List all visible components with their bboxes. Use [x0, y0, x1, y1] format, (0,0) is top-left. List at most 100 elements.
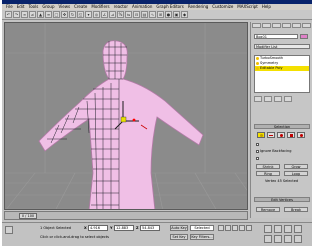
zoom-extents-icon[interactable] — [284, 225, 292, 233]
percent-snap-icon[interactable]: % — [117, 11, 124, 18]
material-editor-icon[interactable]: ● — [165, 11, 172, 18]
z-coord-label: Z — [136, 226, 139, 230]
stack-toolbar — [254, 96, 310, 102]
display-tab-icon[interactable] — [292, 23, 301, 28]
layer-icon[interactable]: ▤ — [141, 11, 148, 18]
zoom-icon[interactable] — [264, 225, 272, 233]
pan-icon[interactable] — [274, 235, 282, 243]
by-angle-checkbox[interactable] — [256, 156, 260, 160]
x-coord-field[interactable]: 4.916 — [88, 225, 108, 231]
key-filters-button[interactable]: Key Filters... — [190, 234, 214, 240]
arc-rotate-icon[interactable] — [284, 235, 292, 243]
modify-tab-icon[interactable] — [262, 23, 271, 28]
render-setup-icon[interactable]: ▣ — [173, 11, 180, 18]
polygon-mode-icon[interactable] — [287, 132, 295, 138]
main-toolbar: ↶ ↷ ∞ ≠ ▲ ≡ □ ✥ ↻ ◱ ▾ ◎ ∠ ⊿ % ⇋ ⊟ ▤ ∿ ⊞ … — [2, 10, 312, 20]
select-by-name-icon[interactable]: ≡ — [45, 11, 52, 18]
by-vertex-checkbox[interactable] — [256, 142, 260, 146]
pin-stack-icon[interactable] — [254, 96, 262, 102]
pivot-icon[interactable]: ◎ — [93, 11, 100, 18]
link-icon[interactable]: ∞ — [21, 11, 28, 18]
angle-snap-icon[interactable]: ⊿ — [109, 11, 116, 18]
ring-button[interactable]: Ring — [256, 171, 280, 176]
rect-select-icon[interactable]: □ — [53, 11, 60, 18]
ignore-backfacing-checkbox[interactable]: Ignore Backfacing — [256, 149, 291, 153]
go-to-end-icon[interactable] — [246, 225, 252, 231]
object-name-field[interactable]: Box01 — [254, 34, 298, 39]
stack-item-editable-poly[interactable]: Editable Poly — [255, 66, 309, 71]
break-button[interactable]: Break — [284, 207, 308, 212]
selection-rollout-header[interactable]: Selection — [254, 124, 310, 129]
move-icon[interactable]: ✥ — [61, 11, 68, 18]
curve-editor-icon[interactable]: ∿ — [149, 11, 156, 18]
next-frame-icon[interactable] — [239, 225, 245, 231]
go-to-start-icon[interactable] — [218, 225, 224, 231]
set-key-button[interactable]: Set Key — [170, 234, 188, 240]
grow-button[interactable]: Grow — [284, 164, 308, 169]
timeline[interactable]: 0 / 100 — [4, 211, 248, 220]
time-slider[interactable]: 0 / 100 — [19, 213, 37, 219]
field-of-view-icon[interactable] — [264, 235, 272, 243]
undo-icon[interactable]: ↶ — [5, 11, 12, 18]
perspective-viewport[interactable] — [4, 22, 248, 210]
reference-coord-icon[interactable]: ▾ — [85, 11, 92, 18]
align-icon[interactable]: ⊟ — [133, 11, 140, 18]
make-unique-icon[interactable] — [274, 96, 282, 102]
stack-item-label: Editable Poly — [260, 66, 283, 70]
viewport-scene — [5, 23, 247, 210]
utilities-tab-icon[interactable] — [302, 23, 311, 28]
modifier-list-dropdown[interactable]: Modifier List — [254, 44, 310, 49]
quick-render-icon[interactable]: ◆ — [181, 11, 188, 18]
subobject-selection-icons — [257, 132, 305, 138]
mirror-icon[interactable]: ⇋ — [125, 11, 132, 18]
create-tab-icon[interactable] — [252, 23, 261, 28]
select-object-icon[interactable]: ▲ — [37, 11, 44, 18]
modifier-stack: TurboSmooth Symmetry Editable Poly — [254, 55, 310, 93]
zoom-extents-all-icon[interactable] — [294, 225, 302, 233]
maximize-viewport-icon[interactable] — [294, 235, 302, 243]
schematic-icon[interactable]: ⊞ — [157, 11, 164, 18]
stack-item-label: TurboSmooth — [260, 56, 284, 60]
rotate-icon[interactable]: ↻ — [69, 11, 76, 18]
play-icon[interactable] — [232, 225, 238, 231]
remove-button[interactable]: Remove — [256, 207, 280, 212]
light-bulb-icon[interactable] — [256, 62, 259, 65]
element-mode-icon[interactable] — [297, 132, 305, 138]
motion-tab-icon[interactable] — [282, 23, 291, 28]
light-bulb-icon[interactable] — [256, 67, 259, 70]
edit-vertices-rollout-header[interactable]: Edit Vertices — [254, 197, 310, 202]
selection-status-text: 1 Object Selected — [40, 226, 72, 230]
stack-item-label: Symmetry — [260, 61, 279, 65]
y-coord-label: Y — [110, 226, 113, 230]
loop-button[interactable]: Loop — [284, 171, 308, 176]
shrink-button[interactable]: Shrink — [256, 164, 280, 169]
object-color-swatch[interactable] — [300, 34, 308, 39]
hierarchy-tab-icon[interactable] — [272, 23, 281, 28]
show-end-result-icon[interactable] — [264, 96, 272, 102]
ignore-backfacing-label: Ignore Backfacing — [260, 149, 292, 153]
zoom-all-icon[interactable] — [274, 225, 282, 233]
vertex-mode-icon[interactable] — [257, 132, 265, 138]
character-mesh[interactable] — [38, 40, 204, 210]
light-bulb-icon[interactable] — [256, 57, 259, 60]
redo-icon[interactable]: ↷ — [13, 11, 20, 18]
vertex-selection-count: Vertex 45 Selected — [265, 179, 299, 183]
maxscript-listener-icon[interactable] — [5, 226, 13, 234]
auto-key-button[interactable]: Auto Key — [170, 225, 188, 231]
snap-icon[interactable]: ∠ — [101, 11, 108, 18]
previous-frame-icon[interactable] — [225, 225, 231, 231]
3dsmax-window: File Edit Tools Group Views Create Modif… — [2, 0, 312, 246]
z-coord-field[interactable]: 54.843 — [140, 225, 160, 231]
border-mode-icon[interactable] — [277, 132, 285, 138]
x-coord-label: X — [84, 226, 87, 230]
unlink-icon[interactable]: ≠ — [29, 11, 36, 18]
scale-icon[interactable]: ◱ — [77, 11, 84, 18]
prompt-text: Click or click-and-drag to select object… — [40, 235, 109, 239]
remove-modifier-icon[interactable] — [284, 96, 292, 102]
command-panel-tabs — [251, 22, 312, 29]
command-panel: Box01 Modifier List TurboSmooth Symmetry… — [250, 22, 312, 218]
status-bar: 1 Object Selected Click or click-and-dra… — [2, 222, 312, 246]
edge-mode-icon[interactable] — [267, 132, 275, 138]
selected-dropdown[interactable]: Selected — [190, 225, 214, 231]
y-coord-field[interactable]: 12.883 — [114, 225, 134, 231]
